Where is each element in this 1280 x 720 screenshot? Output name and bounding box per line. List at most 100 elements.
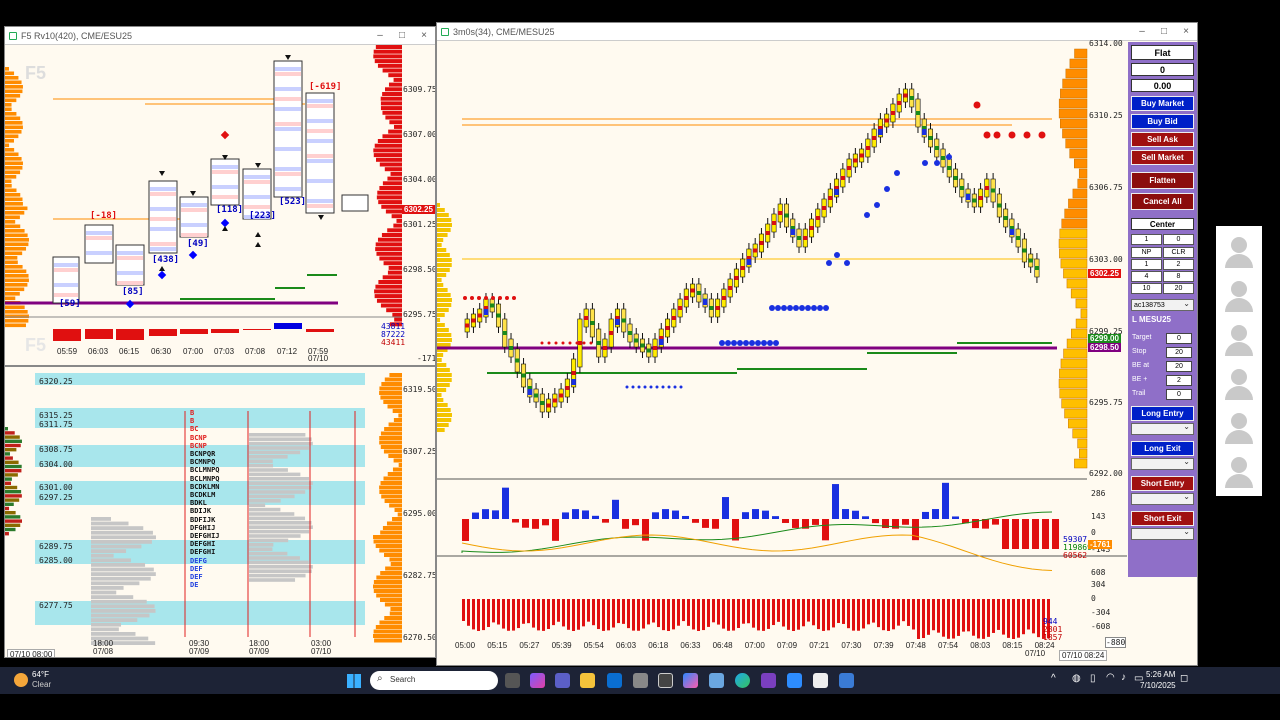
profile-bar: [378, 200, 402, 205]
visual-studio-icon[interactable]: [761, 673, 776, 688]
avatar[interactable]: [1216, 448, 1262, 492]
settings-icon[interactable]: [633, 673, 648, 688]
stop-stepper[interactable]: 20: [1166, 347, 1192, 358]
sell-market-button[interactable]: Sell Market: [1131, 150, 1194, 165]
center-button[interactable]: Center: [1131, 218, 1194, 230]
start-icon[interactable]: [347, 674, 361, 688]
cancel-all-button[interactable]: Cancel All: [1131, 193, 1194, 210]
short-exit-button[interactable]: Short Exit: [1131, 511, 1194, 526]
trail-stepper[interactable]: 0: [1166, 389, 1192, 400]
copilot-app-icon[interactable]: [683, 673, 698, 688]
qty-1-button[interactable]: 1: [1131, 259, 1162, 270]
short-entry-button[interactable]: Short Entry: [1131, 476, 1194, 491]
weather-icon[interactable]: [14, 673, 28, 687]
phone-icon[interactable]: ▯: [1090, 673, 1096, 684]
profile-bar: [1062, 128, 1088, 139]
profile-bar: [1060, 258, 1088, 269]
candlestick-chart[interactable]: [437, 23, 1198, 666]
volume-icon[interactable]: ♪: [1121, 672, 1126, 683]
avatar[interactable]: [1216, 404, 1262, 448]
remote-desktop-icon[interactable]: [709, 673, 724, 688]
profile-block: [249, 481, 313, 485]
profile-block: [249, 441, 313, 446]
app-icon-1[interactable]: [658, 673, 673, 688]
profile-block: [249, 578, 296, 582]
task-view-icon[interactable]: [505, 673, 520, 688]
notification-icon[interactable]: ◻: [1180, 673, 1188, 684]
profile-bar: [376, 195, 402, 200]
tray-chevron-icon[interactable]: ^: [1051, 673, 1056, 684]
teams-icon[interactable]: [555, 673, 570, 688]
candle-marker: [890, 111, 896, 115]
volume-delta-bar: [987, 599, 990, 637]
price-axis-label: 6298.50: [403, 265, 436, 274]
profile-bar: [437, 403, 448, 407]
outlook-icon[interactable]: [607, 673, 622, 688]
profile-bar: [437, 368, 450, 372]
buy-market-button[interactable]: Buy Market: [1131, 96, 1194, 111]
level-label: 6320.25: [39, 377, 73, 386]
short-entry-select[interactable]: [1131, 492, 1194, 505]
signal-dot: [731, 340, 737, 346]
profile-bar: [5, 242, 29, 247]
signal-dot: [973, 101, 981, 109]
chart-app-icon[interactable]: [839, 673, 854, 688]
qty-np-button[interactable]: NP: [1131, 247, 1162, 258]
profile-block: [249, 472, 301, 477]
buy-bid-button[interactable]: Buy Bid: [1131, 114, 1194, 129]
long-entry-select[interactable]: [1131, 422, 1194, 435]
avatar[interactable]: [1216, 316, 1262, 360]
oscillator-line: [461, 534, 1053, 572]
purple-line-price-tag: 6298.50: [1088, 343, 1121, 352]
search-box[interactable]: ⌕ Search: [370, 671, 498, 690]
avatar[interactable]: [1216, 228, 1262, 272]
flatten-button[interactable]: Flatten: [1131, 172, 1194, 189]
profile-bar: [437, 333, 452, 337]
target-stepper[interactable]: 0: [1166, 333, 1192, 344]
qty-right[interactable]: 0: [1163, 234, 1194, 245]
signal-dot: [540, 341, 544, 345]
profile-block: [249, 485, 312, 490]
copilot-icon[interactable]: [530, 673, 545, 688]
long-exit-button[interactable]: Long Exit: [1131, 441, 1194, 456]
qty-20-button[interactable]: 20: [1163, 283, 1194, 294]
app-icon-2[interactable]: [813, 673, 828, 688]
wifi-icon[interactable]: ◠: [1106, 672, 1115, 683]
footprint-cell: [275, 167, 301, 171]
qty-2-button[interactable]: 2: [1163, 259, 1194, 270]
profile-bar: [5, 152, 19, 157]
volume-delta-bar: [492, 599, 495, 623]
long-entry-button[interactable]: Long Entry: [1131, 406, 1194, 421]
account-select[interactable]: ac138753: [1131, 298, 1194, 311]
long-exit-select[interactable]: [1131, 457, 1194, 470]
avatar[interactable]: [1216, 272, 1262, 316]
profile-bar: [437, 243, 442, 247]
position-status: Flat: [1131, 45, 1194, 60]
file-explorer-icon[interactable]: [580, 673, 595, 688]
be-plus-stepper[interactable]: 2: [1166, 375, 1192, 386]
short-exit-select[interactable]: [1131, 527, 1194, 540]
vol-tag: -880: [1105, 637, 1127, 648]
clock-date[interactable]: 7/10/2025: [1140, 681, 1176, 690]
qty-4-button[interactable]: 4: [1131, 271, 1162, 282]
qty-input[interactable]: 1: [1131, 234, 1162, 245]
qty-clr-button[interactable]: CLR: [1163, 247, 1194, 258]
zoom-icon[interactable]: [787, 673, 802, 688]
network-icon[interactable]: ◍: [1072, 673, 1081, 684]
profile-block: [249, 507, 281, 512]
box-delta-label: [-619]: [309, 82, 342, 92]
profile-bar: [5, 485, 18, 490]
sell-ask-button[interactable]: Sell Ask: [1131, 132, 1194, 147]
profile-bar: [374, 59, 402, 64]
avatar[interactable]: [1216, 360, 1262, 404]
qty-8-button[interactable]: 8: [1163, 271, 1194, 282]
qty-10-button[interactable]: 10: [1131, 283, 1162, 294]
clock-time[interactable]: 5:26 AM: [1146, 670, 1175, 679]
oscillator-bar: [772, 516, 779, 519]
footprint-box: [84, 224, 114, 264]
footprint-cell: [275, 72, 301, 76]
profile-bar: [1060, 118, 1088, 129]
footprint-chart[interactable]: [5, 27, 436, 366]
edge-icon[interactable]: [735, 673, 750, 688]
be-at-stepper[interactable]: 20: [1166, 361, 1192, 372]
